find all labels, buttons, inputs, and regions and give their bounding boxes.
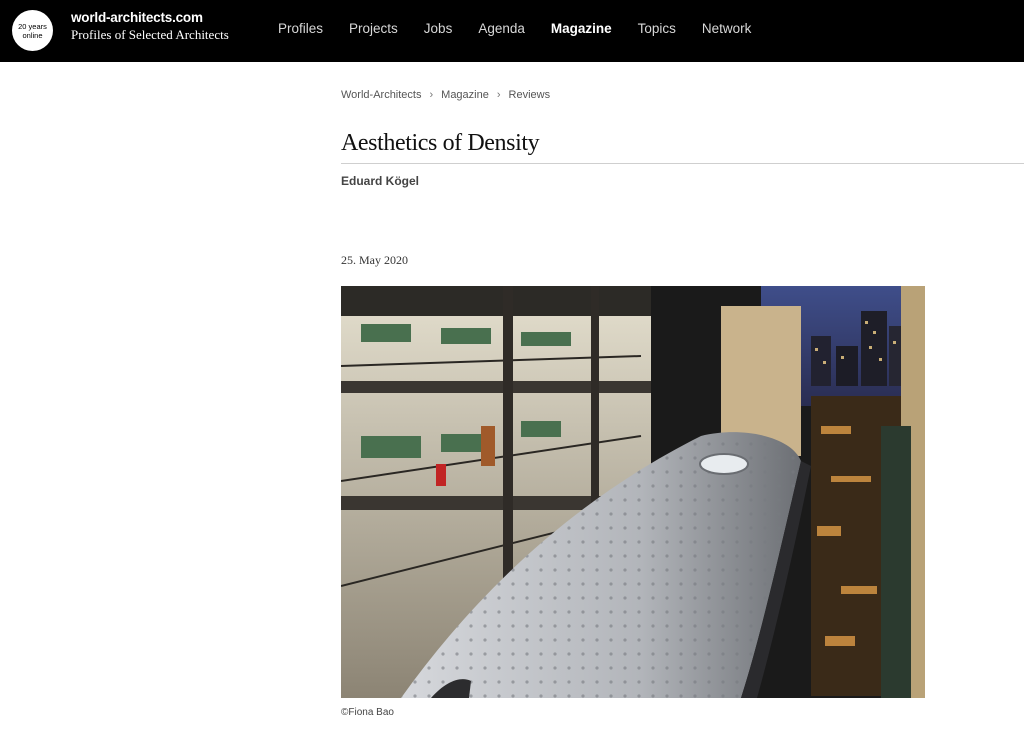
nav-projects[interactable]: Projects (349, 21, 398, 36)
nav-topics[interactable]: Topics (638, 21, 676, 36)
top-navigation-bar: 20 years online world-architects.com Pro… (0, 0, 1024, 62)
breadcrumb-separator-icon: › (496, 89, 501, 101)
article-author[interactable]: Eduard Kögel (341, 174, 419, 188)
article-title: Aesthetics of Density (341, 130, 540, 156)
title-divider (341, 163, 1024, 164)
twenty-years-badge[interactable]: 20 years online (12, 10, 53, 51)
nav-magazine[interactable]: Magazine (551, 21, 612, 36)
nav-agenda[interactable]: Agenda (478, 21, 525, 36)
nav-network[interactable]: Network (702, 21, 752, 36)
brand-logo[interactable]: world-architects.com Profiles of Selecte… (71, 10, 229, 43)
brand-name: world-architects.com (71, 10, 203, 25)
breadcrumb-separator-icon: › (429, 89, 434, 101)
breadcrumb-world-architects[interactable]: World-Architects (341, 89, 421, 101)
article-hero-image[interactable] (341, 286, 925, 698)
breadcrumb: World-Architects › Magazine › Reviews (341, 89, 550, 101)
main-nav: Profiles Projects Jobs Agenda Magazine T… (278, 21, 777, 36)
badge-line-1: 20 years (18, 21, 47, 31)
breadcrumb-magazine[interactable]: Magazine (441, 89, 489, 101)
nav-jobs[interactable]: Jobs (424, 21, 453, 36)
article-date: 25. May 2020 (341, 253, 408, 267)
badge-line-2: online (22, 30, 43, 40)
photo-credit: ©Fiona Bao (341, 707, 394, 718)
nav-profiles[interactable]: Profiles (278, 21, 323, 36)
breadcrumb-reviews[interactable]: Reviews (509, 89, 551, 101)
brand-tagline: Profiles of Selected Architects (71, 27, 229, 42)
hero-image-illustration (341, 286, 925, 698)
